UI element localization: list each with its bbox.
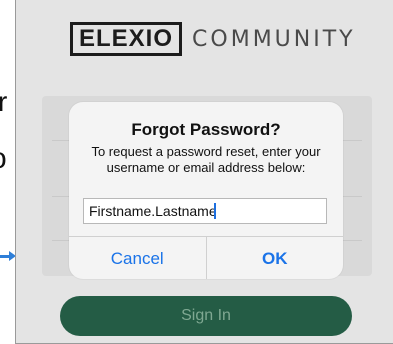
logo-word: COMMUNITY: [192, 26, 356, 52]
edge-decoration: o: [0, 142, 7, 176]
text-caret: [214, 203, 216, 219]
username-input[interactable]: [83, 198, 327, 224]
forgot-password-dialog: Forgot Password? To request a password r…: [69, 102, 343, 279]
dialog-message: To request a password reset, enter your …: [91, 144, 321, 175]
screenshot-stage: r o ELEXIO COMMUNITY Sign In Forgot Pass…: [0, 0, 393, 344]
cancel-button[interactable]: Cancel: [69, 237, 206, 279]
ok-button[interactable]: OK: [207, 237, 344, 279]
dialog-button-row: Cancel OK: [69, 236, 343, 279]
arrow-icon: [0, 251, 16, 261]
logo-mark: ELEXIO: [70, 22, 183, 56]
dialog-title: Forgot Password?: [131, 120, 281, 139]
edge-decoration: r: [0, 86, 8, 117]
sign-in-button[interactable]: Sign In: [60, 296, 352, 336]
app-logo: ELEXIO COMMUNITY: [70, 22, 356, 56]
